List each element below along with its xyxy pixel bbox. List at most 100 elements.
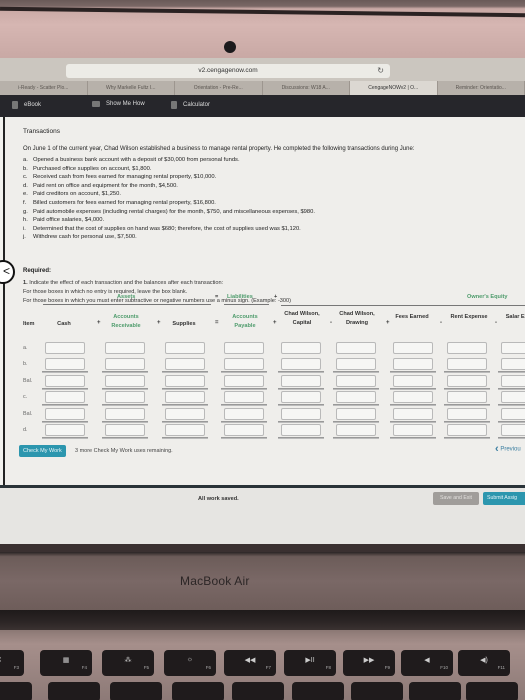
amount-input[interactable]: [501, 424, 525, 436]
amount-input[interactable]: [447, 408, 487, 420]
amount-input[interactable]: [336, 358, 376, 370]
amount-input[interactable]: [224, 375, 264, 387]
amount-input[interactable]: [393, 424, 433, 436]
function-key[interactable]: ▶▶ F9: [343, 650, 395, 676]
operator-sign: -: [440, 320, 442, 326]
amount-input[interactable]: [165, 375, 205, 387]
amount-input[interactable]: [45, 342, 85, 354]
amount-input[interactable]: [393, 342, 433, 354]
show-me-how-button[interactable]: Show Me How: [92, 101, 145, 107]
function-key[interactable]: ▦ F4: [40, 650, 92, 676]
amount-input[interactable]: [105, 408, 145, 420]
amount-input[interactable]: [447, 424, 487, 436]
amount-input[interactable]: [281, 358, 321, 370]
calculator-button[interactable]: Calculator: [171, 101, 210, 109]
subtotal-underline: [390, 421, 436, 423]
function-key[interactable]: ◀◀ F7: [224, 650, 276, 676]
amount-input[interactable]: [393, 358, 433, 370]
keyboard-key[interactable]: [110, 682, 162, 700]
browser-tab[interactable]: Orientation - Pre-Re...: [175, 81, 263, 95]
subtotal-underline: [278, 437, 324, 439]
amount-input[interactable]: [336, 342, 376, 354]
column-header: Chad Wilson, Drawing: [339, 311, 375, 326]
function-key[interactable]: ◀ F10: [401, 650, 453, 676]
amount-input[interactable]: [281, 391, 321, 403]
keyboard-key[interactable]: [466, 682, 518, 700]
keyboard-key[interactable]: [0, 682, 32, 700]
keyboard-key[interactable]: [351, 682, 403, 700]
back-arrow-button[interactable]: <: [0, 260, 15, 284]
amount-input[interactable]: [281, 342, 321, 354]
amount-input[interactable]: [45, 424, 85, 436]
amount-input[interactable]: [105, 375, 145, 387]
amount-input[interactable]: [336, 375, 376, 387]
amount-input[interactable]: [447, 375, 487, 387]
reload-icon[interactable]: ↻: [377, 64, 384, 78]
amount-input[interactable]: [224, 391, 264, 403]
browser-tab[interactable]: Discussions: W18 A...: [263, 81, 350, 95]
amount-input[interactable]: [447, 358, 487, 370]
amount-input[interactable]: [281, 408, 321, 420]
amount-input[interactable]: [165, 358, 205, 370]
address-bar[interactable]: v2.cengagenow.com ↻: [66, 64, 390, 78]
keyboard-key[interactable]: [172, 682, 224, 700]
browser-tab[interactable]: i-Ready - Scatter Plo...: [0, 81, 88, 95]
amount-input[interactable]: [105, 342, 145, 354]
amount-input[interactable]: [281, 375, 321, 387]
keyboard-key[interactable]: [409, 682, 461, 700]
amount-input[interactable]: [336, 391, 376, 403]
amount-input[interactable]: [501, 375, 525, 387]
submit-assignment-button[interactable]: Submit Assig: [483, 492, 525, 505]
amount-input[interactable]: [224, 358, 264, 370]
check-my-work-button[interactable]: Check My Work: [19, 445, 66, 457]
amount-input[interactable]: [224, 342, 264, 354]
amount-input[interactable]: [501, 391, 525, 403]
amount-input[interactable]: [45, 375, 85, 387]
key-glyph-icon: ◀: [424, 657, 430, 664]
amount-input[interactable]: [501, 342, 525, 354]
browser-tab[interactable]: Why Markelle Fultz I...: [88, 81, 175, 95]
amount-input[interactable]: [447, 342, 487, 354]
amount-input[interactable]: [447, 391, 487, 403]
amount-input[interactable]: [393, 375, 433, 387]
amount-input[interactable]: [501, 358, 525, 370]
keyboard-key[interactable]: [292, 682, 344, 700]
amount-input[interactable]: [393, 408, 433, 420]
subtotal-underline: [498, 437, 525, 439]
amount-input[interactable]: [165, 342, 205, 354]
amount-input[interactable]: [105, 358, 145, 370]
function-key[interactable]: ☼ F6: [164, 650, 216, 676]
amount-input[interactable]: [224, 408, 264, 420]
amount-input[interactable]: [45, 358, 85, 370]
function-key[interactable]: ⌘F3: [0, 650, 24, 676]
amount-input[interactable]: [393, 391, 433, 403]
amount-input[interactable]: [224, 424, 264, 436]
operator-sign: -: [330, 320, 332, 326]
amount-input[interactable]: [105, 424, 145, 436]
amount-input[interactable]: [501, 408, 525, 420]
browser-tab[interactable]: Reminder: Orientatio...: [438, 81, 525, 95]
amount-input[interactable]: [45, 408, 85, 420]
amount-input[interactable]: [105, 391, 145, 403]
row-label: Bal.: [23, 378, 33, 384]
amount-input[interactable]: [336, 424, 376, 436]
amount-input[interactable]: [165, 408, 205, 420]
browser-tab-active[interactable]: CengageNOWv2 | O...: [350, 81, 438, 95]
amount-input[interactable]: [165, 424, 205, 436]
function-key[interactable]: ◀) F11: [458, 650, 510, 676]
amount-input[interactable]: [165, 391, 205, 403]
amount-input[interactable]: [45, 391, 85, 403]
row-label: b.: [23, 361, 28, 367]
ebook-button[interactable]: eBook: [12, 101, 41, 109]
keyboard-key[interactable]: [232, 682, 284, 700]
amount-input[interactable]: [336, 408, 376, 420]
function-key[interactable]: ⁂ F5: [102, 650, 154, 676]
transaction-item: j. Withdrew cash for personal use, $7,500…: [23, 234, 137, 241]
column-header: Accounts Receivable: [111, 314, 141, 329]
function-key[interactable]: ▶II F8: [284, 650, 336, 676]
save-and-exit-button[interactable]: Save and Exit: [433, 492, 479, 505]
operator-sign: -: [495, 320, 497, 326]
amount-input[interactable]: [281, 424, 321, 436]
keyboard-key[interactable]: [48, 682, 100, 700]
previous-button[interactable]: ‹ Previou: [495, 443, 521, 455]
